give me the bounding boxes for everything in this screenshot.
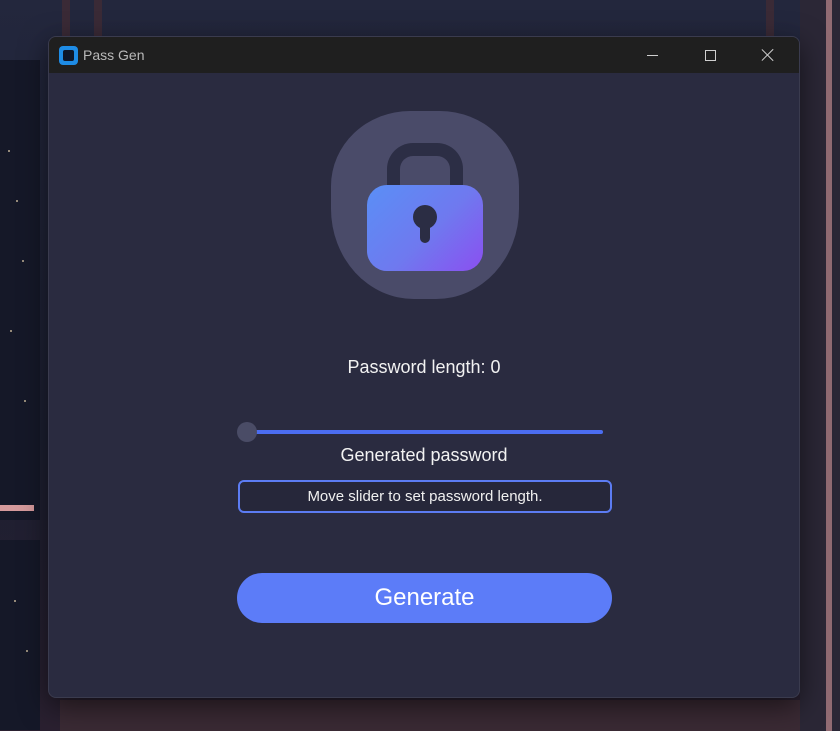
wallpaper-building bbox=[0, 60, 40, 520]
wallpaper-frame bbox=[94, 0, 102, 36]
slider-thumb[interactable] bbox=[237, 422, 257, 442]
wallpaper-ledge bbox=[0, 505, 34, 511]
window-title: Pass Gen bbox=[83, 47, 145, 63]
maximize-button[interactable] bbox=[681, 37, 739, 73]
close-button[interactable] bbox=[739, 37, 797, 73]
main-content: Password length: 0 Generated password Mo… bbox=[49, 73, 799, 697]
wallpaper-frame-edge bbox=[826, 0, 832, 731]
wallpaper-light bbox=[14, 600, 16, 602]
generate-button[interactable]: Generate bbox=[237, 573, 612, 623]
maximize-icon bbox=[704, 49, 716, 61]
lock-badge bbox=[331, 111, 519, 299]
app-window: Pass Gen Password length: 0 Generated pa… bbox=[48, 36, 800, 698]
wallpaper-railing bbox=[60, 700, 800, 731]
password-length-label: Password length: 0 bbox=[347, 357, 501, 377]
wallpaper-light bbox=[8, 150, 10, 152]
wallpaper-building bbox=[0, 540, 40, 730]
wallpaper-light bbox=[24, 400, 26, 402]
wallpaper-light bbox=[22, 260, 24, 262]
wallpaper-light bbox=[16, 200, 18, 202]
wallpaper-frame bbox=[766, 0, 774, 36]
minimize-icon bbox=[646, 54, 658, 56]
wallpaper-frame bbox=[62, 0, 70, 36]
close-icon bbox=[761, 48, 775, 62]
title-bar[interactable]: Pass Gen bbox=[49, 37, 799, 73]
generated-password-field[interactable]: Move slider to set password length. bbox=[238, 480, 612, 513]
minimize-button[interactable] bbox=[623, 37, 681, 73]
lock-icon bbox=[367, 185, 483, 271]
keyhole-stem bbox=[420, 223, 430, 243]
generated-password-label: Generated password bbox=[340, 445, 508, 465]
wallpaper-frame bbox=[800, 0, 840, 731]
wallpaper-light bbox=[10, 330, 12, 332]
wallpaper-light bbox=[26, 650, 28, 652]
app-icon bbox=[59, 46, 78, 65]
password-length-slider[interactable] bbox=[237, 421, 605, 443]
slider-track[interactable] bbox=[243, 430, 603, 434]
